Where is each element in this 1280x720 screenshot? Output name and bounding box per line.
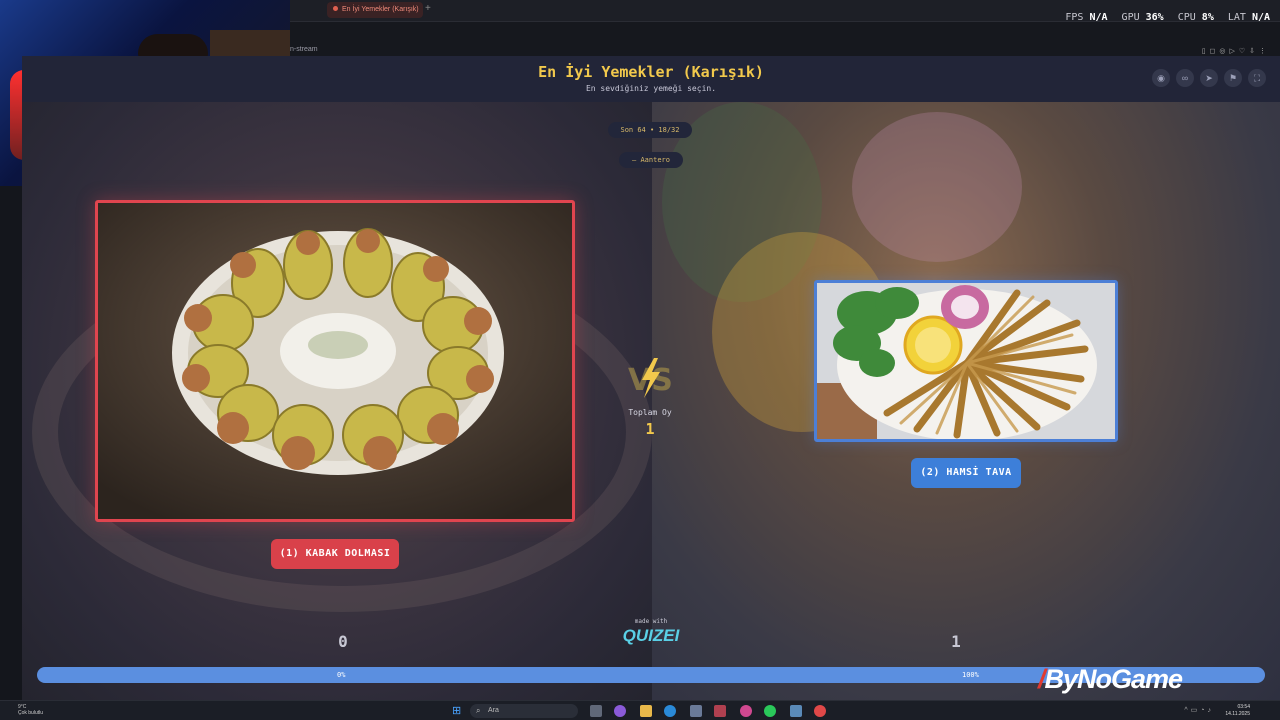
vs-lightning-icon: VS — [628, 358, 673, 398]
flag-icon[interactable]: ⚑ — [1224, 69, 1242, 87]
fried-anchovies-photo — [817, 283, 1115, 439]
weather-description: Çok bulutlu — [18, 710, 44, 716]
windows-start-icon[interactable]: ⊞ — [452, 705, 464, 717]
clock-date: 14.11.2025 — [1225, 711, 1250, 717]
taskbar-search-input[interactable]: ⌕ Ara — [470, 704, 578, 718]
option-1-image[interactable] — [95, 200, 575, 522]
stuffed-zucchini-photo — [98, 203, 572, 519]
total-votes-value: 1 — [645, 420, 655, 438]
quiz-header: En İyi Yemekler (Karışık) En sevdiğiniz … — [22, 56, 1280, 102]
matchup-arena: Son 64 • 18/32 — Aantero (1) KABAK DOLMA… — [22, 102, 1280, 700]
creator-badge[interactable]: — Aantero — [619, 152, 683, 168]
send-icon[interactable]: ➤ — [1200, 69, 1218, 87]
header-toolbar: ◉ ∞ ➤ ⚑ ⛶ — [1152, 69, 1266, 87]
link-icon[interactable]: ∞ — [1176, 69, 1194, 87]
system-tray-icons[interactable]: ^▭◔♪ — [1184, 706, 1214, 714]
search-icon: ⌕ — [476, 706, 481, 715]
windows-taskbar: 9°C Çok bulutlu ⊞ ⌕ Ara ^▭◔♪ 03:54 14.11.… — [0, 700, 1280, 720]
option-1-vote-count: 0 — [338, 632, 348, 651]
right-bg-onion — [852, 112, 1022, 262]
weather-widget[interactable]: 9°C Çok bulutlu — [18, 704, 43, 716]
store-icon[interactable] — [690, 705, 702, 717]
taskbar-clock[interactable]: 03:54 14.11.2025 — [1225, 704, 1250, 718]
quizei-logo[interactable]: QUIZEI — [618, 626, 684, 646]
browser-tab-title: En İyi Yemekler (Karışık) — [342, 6, 419, 13]
app-icon-blue[interactable] — [790, 705, 802, 717]
total-votes-label: Toplam Oy — [628, 408, 672, 417]
option-2-percent: 100% — [962, 671, 979, 679]
browser-tab-active[interactable]: En İyi Yemekler (Karışık) — [327, 2, 423, 18]
option-1-percent: 0% — [337, 671, 346, 679]
round-badge: Son 64 • 18/32 — [608, 122, 692, 138]
bynogame-watermark: /ByNoGame — [1038, 664, 1184, 694]
file-explorer-icon[interactable] — [640, 705, 652, 717]
app-icon-pink[interactable] — [740, 705, 752, 717]
option-2-image[interactable] — [814, 280, 1118, 442]
browser-extension-icons[interactable]: ▯◻◎▷♡⇩⋮ — [1202, 47, 1270, 55]
tab-favicon-icon — [333, 6, 338, 11]
new-tab-button[interactable]: + — [425, 3, 435, 14]
option-1-vote-button[interactable]: (1) KABAK DOLMASI — [271, 539, 399, 569]
edge-browser-icon[interactable] — [664, 705, 676, 717]
option-2-vote-button[interactable]: (2) HAMSİ TAVA — [911, 458, 1021, 488]
page-title: En İyi Yemekler (Karışık) — [538, 63, 764, 81]
active-app-icon[interactable] — [714, 705, 726, 717]
spotify-icon[interactable] — [764, 705, 776, 717]
fullscreen-icon[interactable]: ⛶ — [1248, 69, 1266, 87]
clock-time: 03:54 — [1237, 704, 1250, 710]
copilot-icon[interactable] — [614, 705, 626, 717]
address-fragment[interactable]: n-stream — [290, 46, 318, 53]
eye-icon[interactable]: ◉ — [1152, 69, 1170, 87]
watermark-text: ByNoGame — [1044, 664, 1184, 694]
made-with-label: made with — [634, 618, 668, 625]
task-view-icon[interactable] — [590, 705, 602, 717]
option-2-vote-count: 1 — [951, 632, 961, 651]
app-icon-red[interactable] — [814, 705, 826, 717]
search-placeholder: Ara — [488, 707, 499, 714]
page-subtitle: En sevdiğiniz yemeği seçin. — [585, 84, 717, 93]
